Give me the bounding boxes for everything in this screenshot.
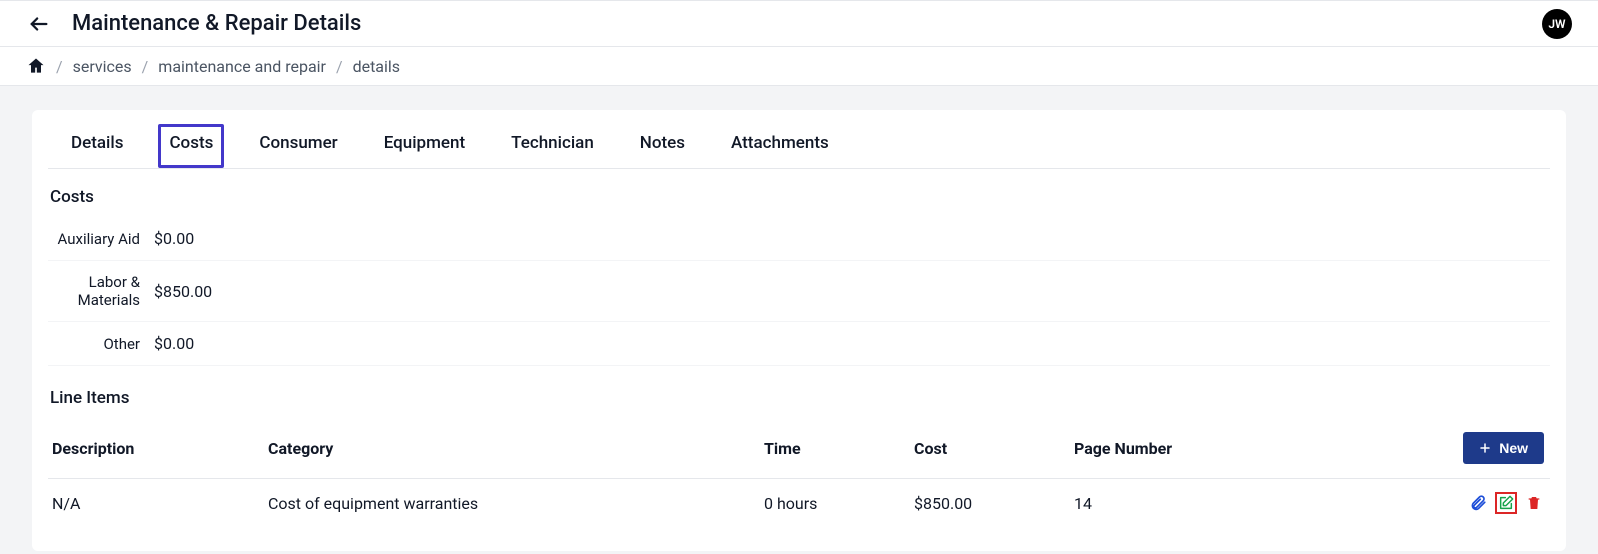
tab-notes[interactable]: Notes — [629, 124, 696, 168]
col-cost: Cost — [914, 439, 1074, 458]
tab-equipment[interactable]: Equipment — [373, 124, 476, 168]
tabs: Details Costs Consumer Equipment Technic… — [48, 110, 1550, 169]
cell-cost: $850.00 — [914, 494, 1074, 513]
cell-page: 14 — [1074, 494, 1314, 513]
costs-section-title: Costs — [50, 187, 1550, 207]
tab-technician[interactable]: Technician — [500, 124, 605, 168]
cost-label: Labor & Materials — [48, 273, 140, 309]
cost-value: $850.00 — [154, 282, 212, 301]
header-bar: Maintenance & Repair Details JW — [0, 0, 1598, 47]
new-button-label: New — [1499, 440, 1528, 456]
breadcrumb-sep: / — [56, 57, 63, 76]
cost-label: Other — [48, 335, 140, 353]
paperclip-icon — [1469, 494, 1487, 512]
user-avatar[interactable]: JW — [1542, 9, 1572, 39]
row-actions — [1314, 493, 1550, 513]
breadcrumb-sep: / — [336, 57, 343, 76]
cost-value: $0.00 — [154, 334, 194, 353]
line-items-section-title: Line Items — [50, 388, 1550, 408]
trash-icon — [1526, 495, 1542, 511]
page-title: Maintenance & Repair Details — [72, 11, 361, 36]
cost-row-auxiliary: Auxiliary Aid $0.00 — [48, 217, 1550, 261]
edit-button[interactable] — [1496, 493, 1516, 513]
plus-icon — [1479, 442, 1491, 454]
edit-icon — [1498, 495, 1514, 511]
back-button[interactable] — [28, 13, 50, 35]
tab-costs[interactable]: Costs — [158, 124, 224, 168]
col-time: Time — [764, 439, 914, 458]
tab-details[interactable]: Details — [60, 124, 134, 168]
breadcrumb-services[interactable]: services — [73, 57, 132, 76]
breadcrumb-sep: / — [142, 57, 149, 76]
table-header: Description Category Time Cost Page Numb… — [48, 418, 1550, 479]
breadcrumb-details[interactable]: details — [353, 57, 400, 76]
arrow-left-icon — [28, 13, 50, 35]
tab-consumer[interactable]: Consumer — [248, 124, 348, 168]
col-page: Page Number — [1074, 439, 1314, 458]
main-card: Details Costs Consumer Equipment Technic… — [32, 110, 1566, 551]
table-row: N/A Cost of equipment warranties 0 hours… — [48, 479, 1550, 527]
cell-description: N/A — [48, 494, 268, 513]
col-description: Description — [48, 439, 268, 458]
cost-row-other: Other $0.00 — [48, 322, 1550, 366]
breadcrumb: / services / maintenance and repair / de… — [0, 47, 1598, 86]
col-actions: New — [1314, 432, 1550, 464]
cost-label: Auxiliary Aid — [48, 230, 140, 248]
breadcrumb-maintenance[interactable]: maintenance and repair — [158, 57, 326, 76]
cell-category: Cost of equipment warranties — [268, 494, 764, 513]
line-items-table: Description Category Time Cost Page Numb… — [48, 418, 1550, 527]
tab-attachments[interactable]: Attachments — [720, 124, 840, 168]
cost-value: $0.00 — [154, 229, 194, 248]
new-line-item-button[interactable]: New — [1463, 432, 1544, 464]
attachment-button[interactable] — [1468, 493, 1488, 513]
breadcrumb-home[interactable] — [26, 56, 46, 76]
cost-row-labor: Labor & Materials $850.00 — [48, 261, 1550, 322]
home-icon — [26, 56, 46, 76]
delete-button[interactable] — [1524, 493, 1544, 513]
cell-time: 0 hours — [764, 494, 914, 513]
col-category: Category — [268, 439, 764, 458]
